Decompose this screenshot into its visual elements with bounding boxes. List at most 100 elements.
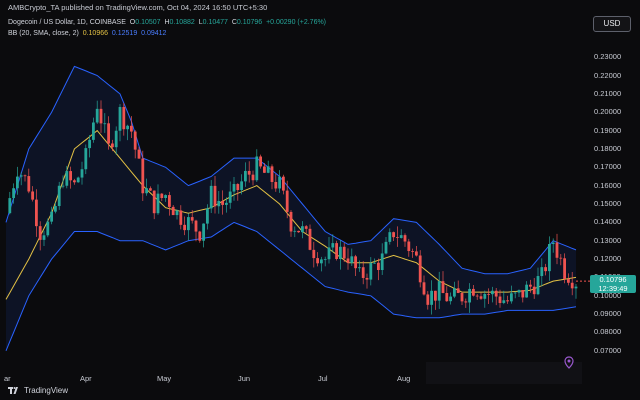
candle-body xyxy=(65,171,69,186)
price-tick-label: 0.09000 xyxy=(594,309,622,319)
candle-body xyxy=(456,288,460,293)
candle-body xyxy=(369,262,373,280)
candle-body xyxy=(491,290,494,295)
candle-body xyxy=(525,284,528,298)
attribution-text: AMBCrypto_TA published on TradingView.co… xyxy=(8,3,268,12)
candle-body xyxy=(464,301,468,303)
last-price-value: 0.10796 xyxy=(599,275,627,285)
candle-body xyxy=(111,143,114,148)
price-chart[interactable] xyxy=(0,0,640,400)
candle-body xyxy=(567,279,570,283)
candle-body xyxy=(574,286,578,289)
candle-body xyxy=(213,185,217,207)
candle-body xyxy=(160,193,164,199)
candle-body xyxy=(38,226,42,240)
candle-body xyxy=(92,122,95,140)
candle-body xyxy=(259,156,262,167)
candle-body xyxy=(403,235,407,242)
candle-body xyxy=(69,171,72,181)
candle-body xyxy=(388,232,392,242)
change-value: +0.00290 (+2.76%) xyxy=(266,19,327,26)
candle-body xyxy=(263,166,266,173)
candle-body xyxy=(156,193,160,214)
candle-body xyxy=(521,290,525,298)
candle-body xyxy=(441,281,445,293)
candle-body xyxy=(80,169,84,178)
time-tick-label: Jul xyxy=(318,374,328,383)
candle-body xyxy=(506,300,509,302)
price-tick-label: 0.21000 xyxy=(594,88,622,98)
candle-body xyxy=(498,296,502,303)
brand-label: TradingView xyxy=(24,386,69,395)
candle-body xyxy=(206,208,209,224)
candle-body xyxy=(244,170,247,182)
candle-body xyxy=(346,258,350,263)
price-tick-label: 0.22000 xyxy=(594,70,622,80)
candle-body xyxy=(23,175,27,177)
candle-body xyxy=(426,294,430,305)
candle-body xyxy=(145,188,148,194)
candle-body xyxy=(472,288,475,296)
candle-body xyxy=(513,292,517,294)
candle-body xyxy=(350,256,354,263)
price-tick-label: 0.19000 xyxy=(594,125,622,135)
candle-body xyxy=(301,226,304,233)
candle-body xyxy=(137,149,141,159)
candle-body xyxy=(540,267,544,277)
candle-body xyxy=(27,176,31,192)
candle-body xyxy=(361,267,365,278)
candle-body xyxy=(392,232,395,238)
candle-body xyxy=(255,156,259,181)
price-tick-label: 0.14000 xyxy=(594,217,622,227)
candle-body xyxy=(217,200,221,207)
symbol-label[interactable]: Dogecoin / US Dollar, 1D, COINBASE xyxy=(8,19,126,26)
candle-body xyxy=(73,180,76,183)
price-tick-label: 0.07000 xyxy=(594,345,622,355)
candle-body xyxy=(114,130,118,148)
bb-band-fill xyxy=(6,66,576,351)
candle-body xyxy=(12,188,15,199)
candle-body xyxy=(331,243,335,248)
candle-body xyxy=(551,242,555,245)
candle-body xyxy=(445,292,449,302)
candle-body xyxy=(422,282,426,295)
currency-button[interactable]: USD xyxy=(593,16,631,32)
candle-body xyxy=(399,235,403,238)
candle-body xyxy=(479,296,483,299)
candle-body xyxy=(365,277,369,280)
candle-body xyxy=(570,282,574,289)
candle-body xyxy=(266,166,270,173)
bb-legend[interactable]: BB (20, SMA, close, 2) 0.10966 0.12519 0… xyxy=(8,30,166,37)
candle-body xyxy=(46,221,50,236)
candle-body xyxy=(312,249,316,259)
candle-body xyxy=(274,181,278,189)
bb-upper-value: 0.12519 xyxy=(111,30,138,37)
candle-body xyxy=(354,256,357,269)
candle-body xyxy=(289,211,293,232)
time-tick-label: Apr xyxy=(80,374,92,383)
candle-body xyxy=(88,139,91,149)
price-tick-label: 0.12000 xyxy=(594,254,622,264)
price-tick-label: 0.20000 xyxy=(594,107,622,117)
time-tick-label: ar xyxy=(4,374,11,383)
low-value: 0.10477 xyxy=(202,19,228,26)
footer-brand[interactable]: TradingView xyxy=(8,386,68,395)
candle-body xyxy=(168,195,171,207)
candle-body xyxy=(183,224,186,231)
candle-body xyxy=(175,210,179,216)
candle-body xyxy=(460,292,464,302)
candle-body xyxy=(377,262,380,271)
candle-body xyxy=(555,242,559,258)
open-value: 0.10507 xyxy=(135,19,161,26)
candle-body xyxy=(16,176,19,189)
candle-body xyxy=(194,220,198,232)
candle-body xyxy=(19,175,23,177)
candle-body xyxy=(270,166,274,182)
bb-label[interactable]: BB (20, SMA, close, 2) xyxy=(8,30,79,37)
candle-body xyxy=(380,253,384,271)
candle-body xyxy=(54,206,57,212)
candle-body xyxy=(437,281,441,301)
symbol-legend[interactable]: Dogecoin / US Dollar, 1D, COINBASE O0.10… xyxy=(8,19,326,26)
candle-body xyxy=(487,294,490,295)
candle-body xyxy=(494,290,498,297)
